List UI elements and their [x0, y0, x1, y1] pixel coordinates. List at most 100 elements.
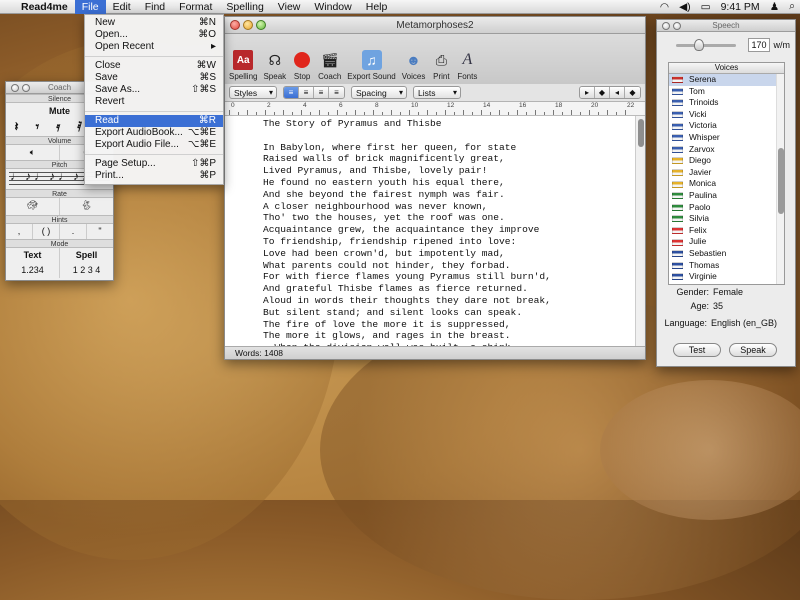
volume-down-icon[interactable]: 🔈︎: [6, 145, 60, 160]
voice-item[interactable]: Paolo: [669, 202, 784, 214]
menu-item-close[interactable]: Close⌘W: [85, 60, 223, 72]
voice-item[interactable]: Silvia: [669, 213, 784, 225]
speech-titlebar[interactable]: Speech: [657, 20, 795, 32]
rate-slider-knob[interactable]: [694, 39, 704, 51]
menu-item-open-recent[interactable]: Open Recent▸: [85, 41, 223, 53]
tab-decimal-button[interactable]: ◆: [625, 87, 640, 98]
align-left-button[interactable]: ≡: [284, 87, 299, 98]
voice-item[interactable]: Whisper: [669, 132, 784, 144]
voices-list[interactable]: Voices SerenaTomTrinoidsVickiVictoriaWhi…: [668, 62, 785, 285]
user-icon[interactable]: ♟: [765, 1, 784, 13]
tab-left-button[interactable]: ▸: [580, 87, 595, 98]
voice-item[interactable]: Felix: [669, 225, 784, 237]
mode-text-button[interactable]: Text: [6, 248, 60, 263]
coach-button[interactable]: 🎬︎ Coach: [318, 50, 341, 81]
test-button[interactable]: Test: [673, 343, 721, 357]
zoom-window-button[interactable]: [256, 20, 266, 30]
document-line[interactable]: Lived Pyramus, and Thisbe, lovely pair!: [263, 165, 551, 177]
document-line[interactable]: Love had been crown'd, but impotently ma…: [263, 248, 551, 260]
document-scrollbar[interactable]: [635, 116, 645, 348]
voice-item[interactable]: Zarvox: [669, 144, 784, 156]
menu-item-open[interactable]: Open...⌘O: [85, 29, 223, 41]
menu-item-save[interactable]: Save⌘S: [85, 72, 223, 84]
voices-scrollbar[interactable]: [776, 74, 784, 284]
coach-minimize-button[interactable]: [22, 84, 30, 92]
spelling-button[interactable]: Aa Spelling: [229, 50, 257, 81]
fonts-button[interactable]: A Fonts: [457, 50, 477, 81]
document-text[interactable]: The Story of Pyramus and ThisbeIn Babylo…: [263, 118, 551, 348]
hint-period-button[interactable]: .: [60, 224, 87, 239]
menu-item-read[interactable]: Read⌘R: [85, 115, 223, 127]
document-line[interactable]: A closer neighbourhood was never known,: [263, 201, 551, 213]
document-line[interactable]: To friendship, friendship ripened into l…: [263, 236, 551, 248]
speak-voice-button[interactable]: Speak: [729, 343, 777, 357]
apple-menu-icon[interactable]: [0, 0, 14, 14]
rate-slider[interactable]: [676, 44, 736, 47]
rest-32nd-icon[interactable]: 𝅀︎: [77, 119, 82, 135]
spotlight-icon[interactable]: ⌕: [784, 0, 800, 13]
document-line[interactable]: For with fierce flames young Pyramus sti…: [263, 271, 551, 283]
rest-quarter-icon[interactable]: 𝄽︎: [15, 119, 19, 135]
menu-file[interactable]: File: [75, 0, 106, 14]
styles-popup[interactable]: Styles: [229, 86, 277, 99]
document-line[interactable]: The fire of love the more it is suppress…: [263, 319, 551, 331]
export-sound-button[interactable]: ♫ Export Sound: [347, 50, 395, 81]
document-line[interactable]: [263, 130, 551, 142]
voice-item[interactable]: Tom: [669, 86, 784, 98]
voice-item[interactable]: Paulina: [669, 190, 784, 202]
print-button[interactable]: ⎙ Print: [431, 50, 451, 81]
rest-sixteenth-icon[interactable]: 𝄿︎: [56, 119, 60, 135]
voices-scroll-thumb[interactable]: [778, 148, 784, 214]
voice-item[interactable]: Virginie: [669, 271, 784, 283]
menu-item-new[interactable]: New⌘N: [85, 17, 223, 29]
voice-item[interactable]: Sebastien: [669, 248, 784, 260]
voice-item[interactable]: Victoria: [669, 120, 784, 132]
document-line[interactable]: What parents could not hinder, they forb…: [263, 260, 551, 272]
document-scroll-thumb[interactable]: [638, 119, 644, 147]
rate-input[interactable]: 170: [748, 38, 770, 52]
document-line[interactable]: Tho' two the houses, yet the roof was on…: [263, 212, 551, 224]
voice-item[interactable]: Julie: [669, 236, 784, 248]
ruler[interactable]: 0246810121416182022: [225, 102, 645, 116]
document-line[interactable]: And grateful Thisbe flames as fierce ret…: [263, 283, 551, 295]
voice-item[interactable]: Monica: [669, 178, 784, 190]
menu-item-export-audiobook[interactable]: Export AudioBook...⌥⌘E: [85, 127, 223, 139]
rest-eighth-icon[interactable]: 𝄾︎: [36, 119, 39, 135]
rabbit-fast-icon[interactable]: 🐇︎: [60, 198, 113, 215]
speak-button[interactable]: ☊ Speak: [263, 50, 286, 81]
voices-button[interactable]: ☻ Voices: [402, 50, 426, 81]
menu-edit[interactable]: Edit: [106, 0, 138, 14]
speech-close-button[interactable]: [662, 22, 670, 30]
menu-item-revert[interactable]: Revert: [85, 96, 223, 108]
close-window-button[interactable]: [230, 20, 240, 30]
hint-quotes-button[interactable]: ": [87, 224, 113, 239]
document-line[interactable]: But silent stand; and silent looks can s…: [263, 307, 551, 319]
minimize-window-button[interactable]: [243, 20, 253, 30]
menu-spelling[interactable]: Spelling: [219, 0, 270, 14]
voice-item[interactable]: Jacco: [669, 283, 784, 285]
spacing-popup[interactable]: Spacing: [351, 86, 407, 99]
document-text-area[interactable]: The Story of Pyramus and ThisbeIn Babylo…: [225, 116, 637, 348]
voice-item[interactable]: Trinoids: [669, 97, 784, 109]
turtle-slow-icon[interactable]: 🐢︎: [6, 198, 60, 215]
document-line[interactable]: In Babylon, where first her queen, for s…: [263, 142, 551, 154]
menu-window[interactable]: Window: [307, 0, 358, 14]
document-line[interactable]: Acquaintance grew, the acquaintance they…: [263, 224, 551, 236]
menu-view[interactable]: View: [271, 0, 308, 14]
menu-item-export-audio-file[interactable]: Export Audio File...⌥⌘E: [85, 139, 223, 151]
coach-close-button[interactable]: [11, 84, 19, 92]
tab-center-button[interactable]: ◆: [595, 87, 610, 98]
voice-item[interactable]: Vicki: [669, 109, 784, 121]
mode-spell-button[interactable]: Spell: [60, 248, 113, 263]
voice-item[interactable]: Thomas: [669, 260, 784, 272]
hint-parentheses-button[interactable]: ( ): [33, 224, 60, 239]
wifi-icon[interactable]: ◠: [655, 1, 674, 13]
menu-clock[interactable]: 9:41 PM: [716, 1, 765, 13]
battery-icon[interactable]: ▭: [696, 1, 716, 13]
align-justify-button[interactable]: ≡: [314, 87, 329, 98]
speech-minimize-button[interactable]: [673, 22, 681, 30]
menu-item-page-setup[interactable]: Page Setup...⇧⌘P: [85, 158, 223, 170]
document-line[interactable]: Aloud in words their thoughts they dare …: [263, 295, 551, 307]
menu-find[interactable]: Find: [138, 0, 172, 14]
voice-item[interactable]: Javier: [669, 167, 784, 179]
